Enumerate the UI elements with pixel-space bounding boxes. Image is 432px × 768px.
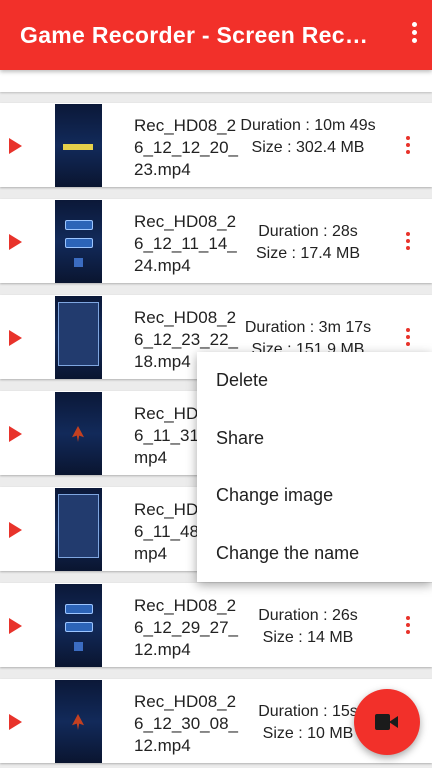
- duration-text: Duration : 28s: [258, 223, 358, 240]
- list-top-card: [0, 70, 432, 92]
- video-thumbnail: [55, 392, 102, 475]
- duration-text: Duration : 10m 49s: [240, 117, 376, 134]
- menu-item-change-name[interactable]: Change the name: [197, 525, 432, 583]
- play-icon[interactable]: [9, 138, 22, 154]
- size-text: Size : 17.4 MB: [255, 245, 361, 262]
- file-name: Rec_HD08_26_12_29_27_12.mp4: [134, 596, 239, 659]
- play-icon[interactable]: [9, 618, 22, 634]
- video-thumbnail: [55, 488, 102, 571]
- menu-item-change-image[interactable]: Change image: [197, 467, 432, 525]
- app-title: Game Recorder - Screen Recorder: [20, 21, 380, 48]
- item-more-icon[interactable]: [405, 232, 411, 253]
- video-thumbnail: [55, 680, 102, 763]
- duration-text: Duration : 3m 17s: [244, 319, 372, 336]
- list-item[interactable]: Rec_HD08_26_12_12_20_23.mp4 Duration : 1…: [0, 103, 432, 187]
- play-icon[interactable]: [9, 522, 22, 538]
- play-icon[interactable]: [9, 426, 22, 442]
- file-name: Rec_HD08_26_12_11_14_24.mp4: [134, 212, 237, 275]
- item-more-icon[interactable]: [405, 616, 411, 637]
- file-name: Rec_HD08_26_12_30_08_12.mp4: [134, 692, 239, 755]
- file-info: Duration : 28s Size : 17.4 MB: [238, 221, 378, 265]
- context-menu: Delete Share Change image Change the nam…: [197, 352, 432, 582]
- video-thumbnail: [55, 296, 102, 379]
- list-item[interactable]: Rec_HD08_26_12_11_14_24.mp4 Duration : 2…: [0, 199, 432, 283]
- duration-text: Duration : 26s: [258, 607, 358, 624]
- video-thumbnail: [55, 104, 102, 187]
- size-text: Size : 302.4 MB: [251, 139, 365, 156]
- menu-item-delete[interactable]: Delete: [197, 352, 432, 410]
- item-more-icon[interactable]: [405, 328, 411, 349]
- video-thumbnail: [55, 584, 102, 667]
- app-bar: Game Recorder - Screen Recorder: [0, 0, 432, 70]
- item-more-icon[interactable]: [405, 136, 411, 157]
- video-thumbnail: [55, 200, 102, 283]
- menu-item-share[interactable]: Share: [197, 410, 432, 468]
- list-item[interactable]: Rec_HD08_26_12_29_27_12.mp4 Duration : 2…: [0, 583, 432, 667]
- size-text: Size : 14 MB: [262, 629, 354, 646]
- file-name: Rec_HD08_26_12_12_20_23.mp4: [134, 116, 239, 179]
- videocam-icon: [375, 714, 390, 730]
- file-info: Duration : 10m 49s Size : 302.4 MB: [238, 115, 378, 159]
- play-icon[interactable]: [9, 714, 22, 730]
- play-icon[interactable]: [9, 234, 22, 250]
- file-info: Duration : 26s Size : 14 MB: [238, 605, 378, 649]
- play-icon[interactable]: [9, 330, 22, 346]
- more-vert-icon[interactable]: [410, 22, 418, 46]
- record-fab-button[interactable]: [354, 689, 420, 755]
